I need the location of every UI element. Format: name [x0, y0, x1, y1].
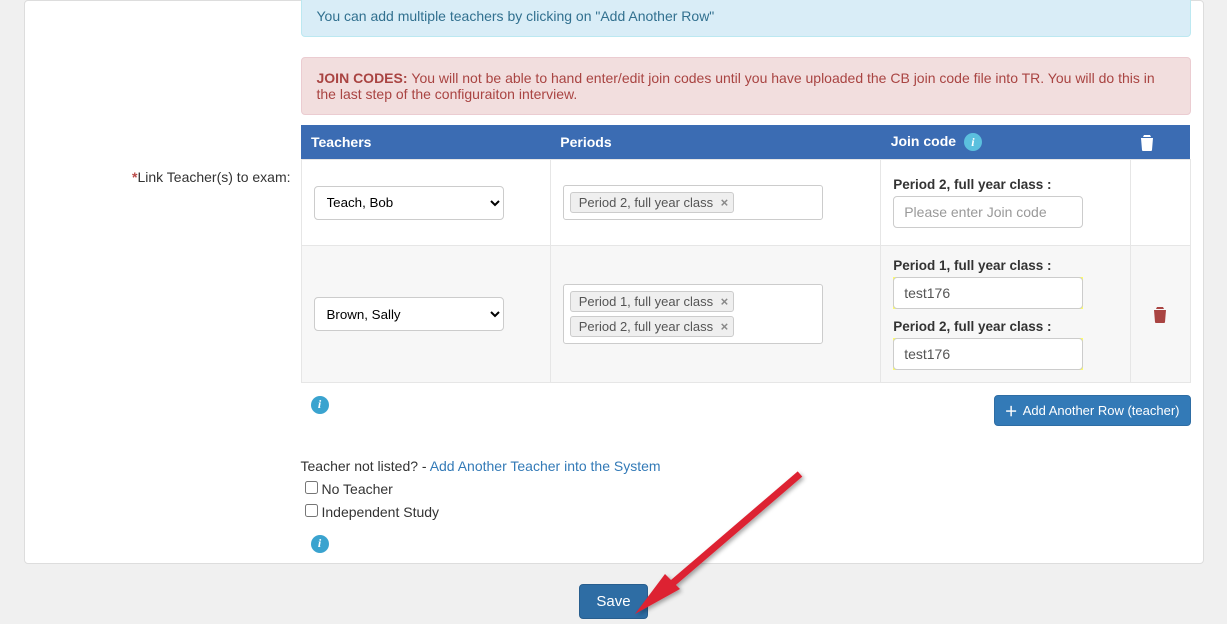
join-code-label: Period 2, full year class : [893, 177, 1117, 192]
period-tag[interactable]: Period 2, full year class × [570, 316, 734, 337]
info-icon[interactable]: i [311, 535, 329, 553]
link-teachers-label: Link Teacher(s) to exam: [137, 169, 290, 185]
info-icon[interactable]: i [964, 133, 982, 151]
delete-row-button[interactable] [1153, 306, 1167, 322]
remove-tag-icon[interactable]: × [721, 319, 729, 334]
plus-icon: ＋ [1005, 401, 1018, 420]
info-banner: You can add multiple teachers by clickin… [301, 0, 1191, 37]
periods-field[interactable]: Period 1, full year class × Period 2, fu… [563, 284, 823, 344]
save-button[interactable]: Save [579, 584, 647, 619]
teacher-select[interactable]: Teach, Bob [314, 186, 504, 220]
teacher-not-listed-text: Teacher not listed? - [301, 458, 430, 474]
join-code-input[interactable] [893, 196, 1083, 228]
independent-study-checkbox[interactable] [305, 504, 318, 517]
delete-row-cell [1130, 160, 1190, 246]
join-code-input[interactable] [893, 277, 1083, 309]
info-icon[interactable]: i [311, 396, 329, 414]
remove-tag-icon[interactable]: × [721, 294, 729, 309]
join-codes-warning: JOIN CODES: You will not be able to hand… [301, 57, 1191, 115]
table-row: Teach, Bob Period 2, full year class × [301, 160, 1190, 246]
period-tag[interactable]: Period 1, full year class × [570, 291, 734, 312]
no-teacher-checkbox[interactable] [305, 481, 318, 494]
add-teacher-link[interactable]: Add Another Teacher into the System [430, 458, 661, 474]
col-header-join-code: Join code i [881, 125, 1130, 160]
join-code-label: Period 2, full year class : [893, 319, 1117, 334]
no-teacher-label: No Teacher [322, 481, 393, 497]
col-header-delete [1130, 125, 1190, 160]
teacher-link-table: Teachers Periods Join code i [301, 125, 1191, 383]
join-code-input[interactable] [893, 338, 1083, 370]
independent-study-label: Independent Study [322, 504, 440, 520]
trash-icon [1140, 135, 1154, 151]
teacher-select[interactable]: Brown, Sally [314, 297, 504, 331]
trash-icon [1153, 307, 1167, 323]
add-row-button[interactable]: ＋ Add Another Row (teacher) [994, 395, 1191, 426]
periods-field[interactable]: Period 2, full year class × [563, 185, 823, 220]
table-row: Brown, Sally Period 1, full year class × [301, 246, 1190, 383]
join-code-label: Period 1, full year class : [893, 258, 1117, 273]
remove-tag-icon[interactable]: × [721, 195, 729, 210]
col-header-periods: Periods [550, 125, 880, 160]
period-tag[interactable]: Period 2, full year class × [570, 192, 734, 213]
col-header-teachers: Teachers [301, 125, 550, 160]
